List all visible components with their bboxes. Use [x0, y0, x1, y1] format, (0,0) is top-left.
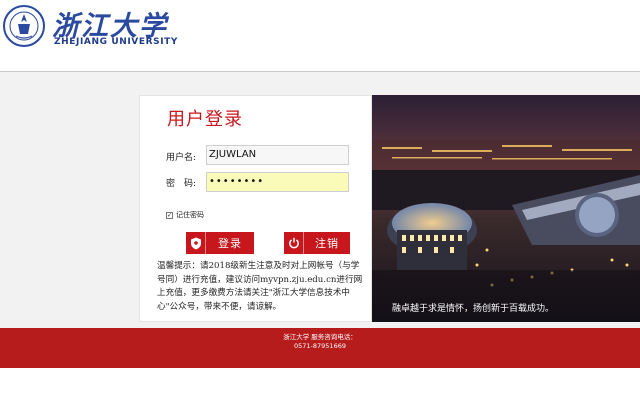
remember-label: 记住密码: [176, 211, 204, 219]
power-icon: [284, 232, 304, 254]
shield-icon: [186, 232, 206, 254]
login-button-label: 登录: [218, 237, 242, 250]
notice-text: 温馨提示：请2018级新生注意及时对上网帐号（与学号同）进行充值，建议访问myv…: [157, 261, 363, 312]
username-label: 用户名:: [166, 153, 197, 163]
campus-night-image: [372, 95, 640, 322]
footer-line-1: 浙江大学 服务咨询电话：: [283, 333, 357, 341]
photo-caption: 融卓越于求是情怀，扬创新于百载成功。: [392, 304, 555, 314]
password-input[interactable]: ••••••••: [206, 172, 349, 192]
bottom-strip: [0, 368, 640, 400]
brand-name-en: ZHEJIANG UNIVERSITY: [54, 37, 179, 47]
login-page: 浙江大学 ZHEJIANG UNIVERSITY 用户登录 用户名: ZJUWL…: [0, 0, 640, 400]
login-title: 用户登录: [167, 109, 243, 130]
footer: 浙江大学 服务咨询电话： 0571-87951669: [0, 328, 640, 368]
login-panel: 用户登录 用户名: ZJUWLAN 密 码: •••••••• ✓ 记住密码 登…: [139, 95, 372, 322]
footer-line-2: 0571-87951669: [294, 342, 346, 350]
footer-text: 浙江大学 服务咨询电话： 0571-87951669: [0, 333, 640, 351]
login-button[interactable]: 登录: [186, 232, 254, 254]
username-input[interactable]: ZJUWLAN: [206, 145, 349, 165]
university-seal-icon: [3, 5, 45, 47]
campus-photo: 融卓越于求是情怀，扬创新于百载成功。: [372, 95, 640, 322]
password-label: 密 码:: [166, 179, 197, 189]
logout-button[interactable]: 注销: [284, 232, 350, 254]
logout-button-label: 注销: [315, 237, 339, 250]
remember-password[interactable]: ✓ 记住密码: [166, 210, 204, 220]
header: 浙江大学 ZHEJIANG UNIVERSITY: [0, 0, 640, 72]
remember-checkbox[interactable]: ✓: [166, 211, 173, 219]
